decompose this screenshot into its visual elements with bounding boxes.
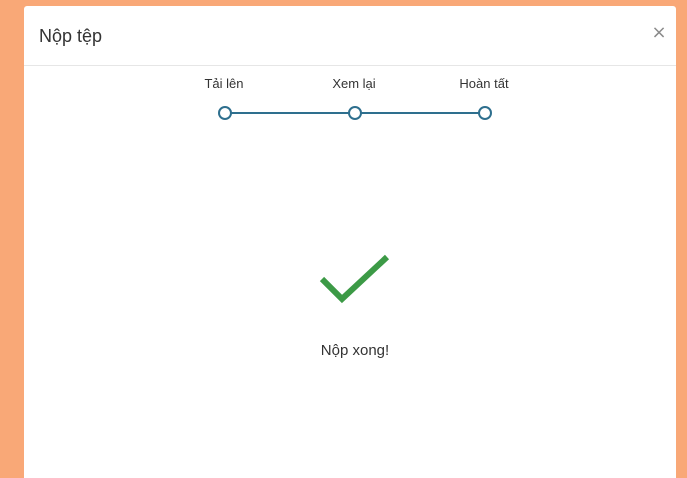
close-button[interactable]: × (650, 23, 668, 43)
progress-stepper: Tải lên Xem lại Hoàn tất (24, 66, 676, 136)
step-label-upload: Tải lên (204, 76, 244, 91)
dialog-title: Nộp tệp (39, 26, 103, 46)
step-label-complete: Hoàn tất (459, 76, 509, 91)
step-dot-complete (478, 106, 492, 120)
checkmark-icon (319, 254, 390, 304)
step-dot-review (348, 106, 362, 120)
step-label-review: Xem lại (332, 76, 376, 91)
success-panel: Nộp xong! (24, 246, 676, 376)
upload-dialog: Nộp tệp × Tải lên Xem lại Hoàn tất Nộp x… (24, 6, 676, 478)
dialog-header: Nộp tệp × (24, 6, 676, 66)
step-dot-upload (218, 106, 232, 120)
step-upload: Tải lên (164, 66, 284, 126)
success-message: Nộp xong! (320, 342, 390, 359)
step-complete: Hoàn tất (424, 66, 544, 126)
step-review: Xem lại (294, 66, 414, 126)
